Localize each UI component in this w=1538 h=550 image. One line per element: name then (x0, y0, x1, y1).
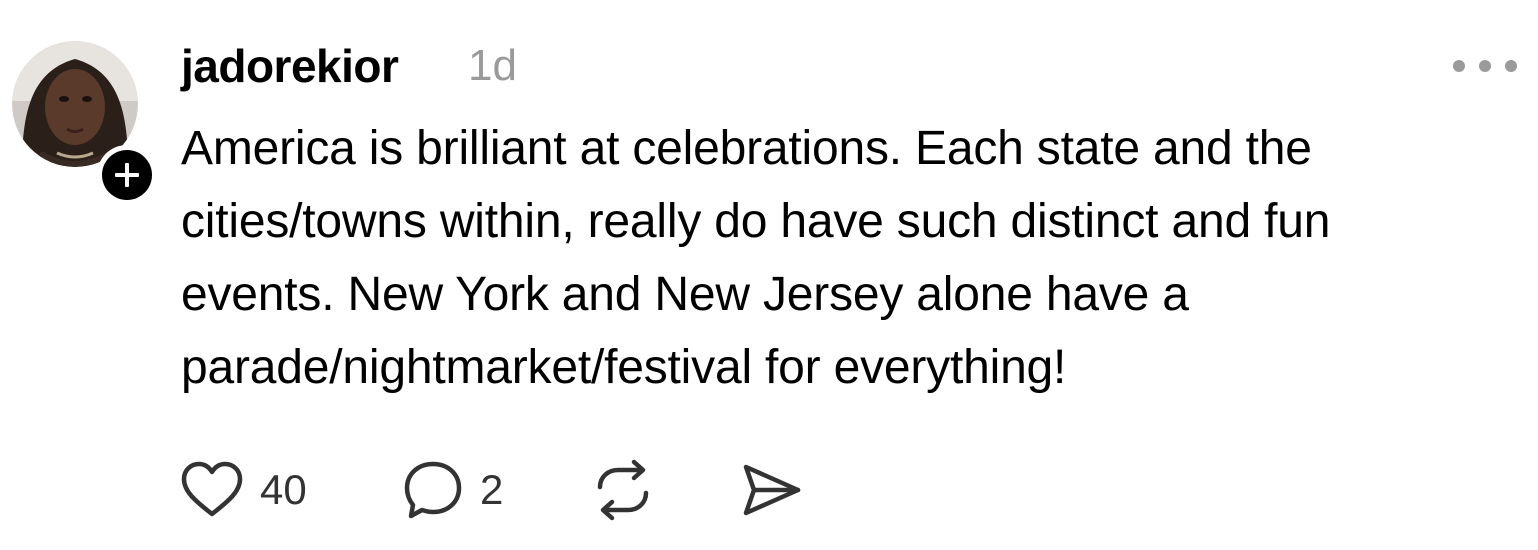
reply-count: 2 (480, 466, 504, 513)
post-text-line: events. New York and New Jersey alone ha… (181, 268, 1189, 321)
username[interactable]: jadorekior (181, 36, 399, 96)
like-button[interactable]: 40 (180, 458, 307, 522)
repost-button[interactable] (592, 458, 654, 522)
heart-icon (181, 461, 243, 517)
more-dots-icon[interactable] (1450, 52, 1520, 80)
like-count: 40 (260, 466, 307, 513)
post: jadorekior 1d America is brilliant at ce… (0, 0, 1538, 550)
reply-button[interactable]: 2 (402, 458, 503, 522)
post-text-line: parade/nightmarket/festival for everythi… (181, 341, 1067, 394)
speech-bubble-icon (404, 461, 462, 519)
timestamp: 1d (468, 41, 517, 90)
avatar-container (12, 41, 157, 205)
post-text-line: America is brilliant at celebrations. Ea… (181, 122, 1312, 175)
send-icon (743, 464, 801, 516)
post-text-line: cities/towns within, really do have such… (181, 195, 1331, 248)
share-button[interactable] (740, 458, 804, 522)
plus-circle-icon[interactable] (96, 144, 158, 206)
repost-icon (597, 459, 649, 521)
post-text: America is brilliant at celebrations. Ea… (181, 112, 1521, 404)
